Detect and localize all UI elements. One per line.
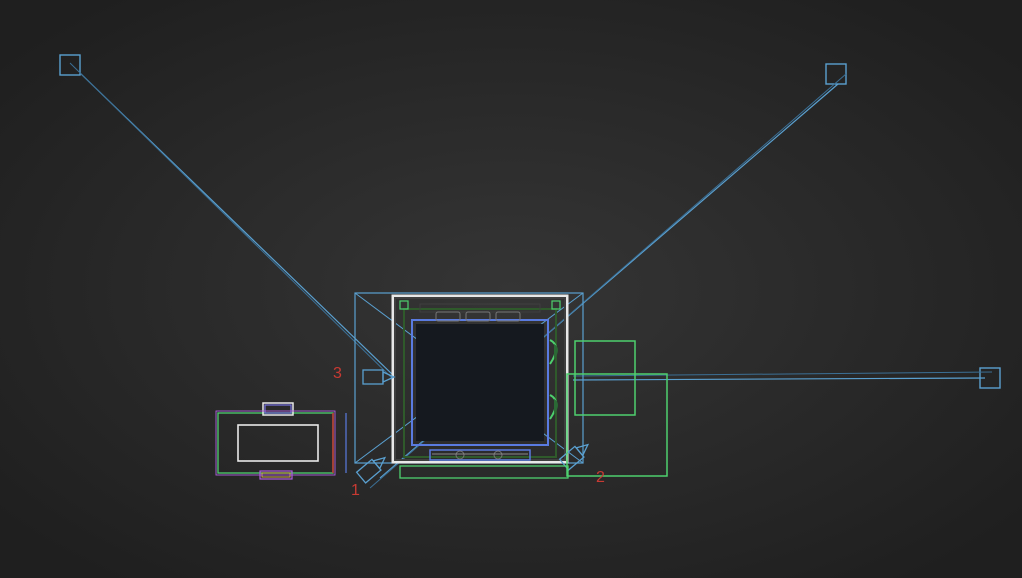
- camera-1[interactable]: [357, 452, 390, 483]
- camera-label-2: 2: [596, 469, 605, 487]
- camera-target-box[interactable]: [826, 64, 846, 84]
- camera-label-3: 3: [333, 365, 342, 383]
- camera-label-1: 1: [351, 482, 360, 500]
- camera-target-box[interactable]: [60, 55, 80, 75]
- bench[interactable]: [430, 450, 530, 460]
- viewport-top[interactable]: 1 2 3: [0, 0, 1022, 578]
- object-left-group[interactable]: [216, 403, 346, 479]
- camera-line: [70, 63, 394, 380]
- floor-fill: [416, 324, 544, 441]
- room-footer: [400, 466, 568, 478]
- scene-wireframe: [0, 0, 1022, 578]
